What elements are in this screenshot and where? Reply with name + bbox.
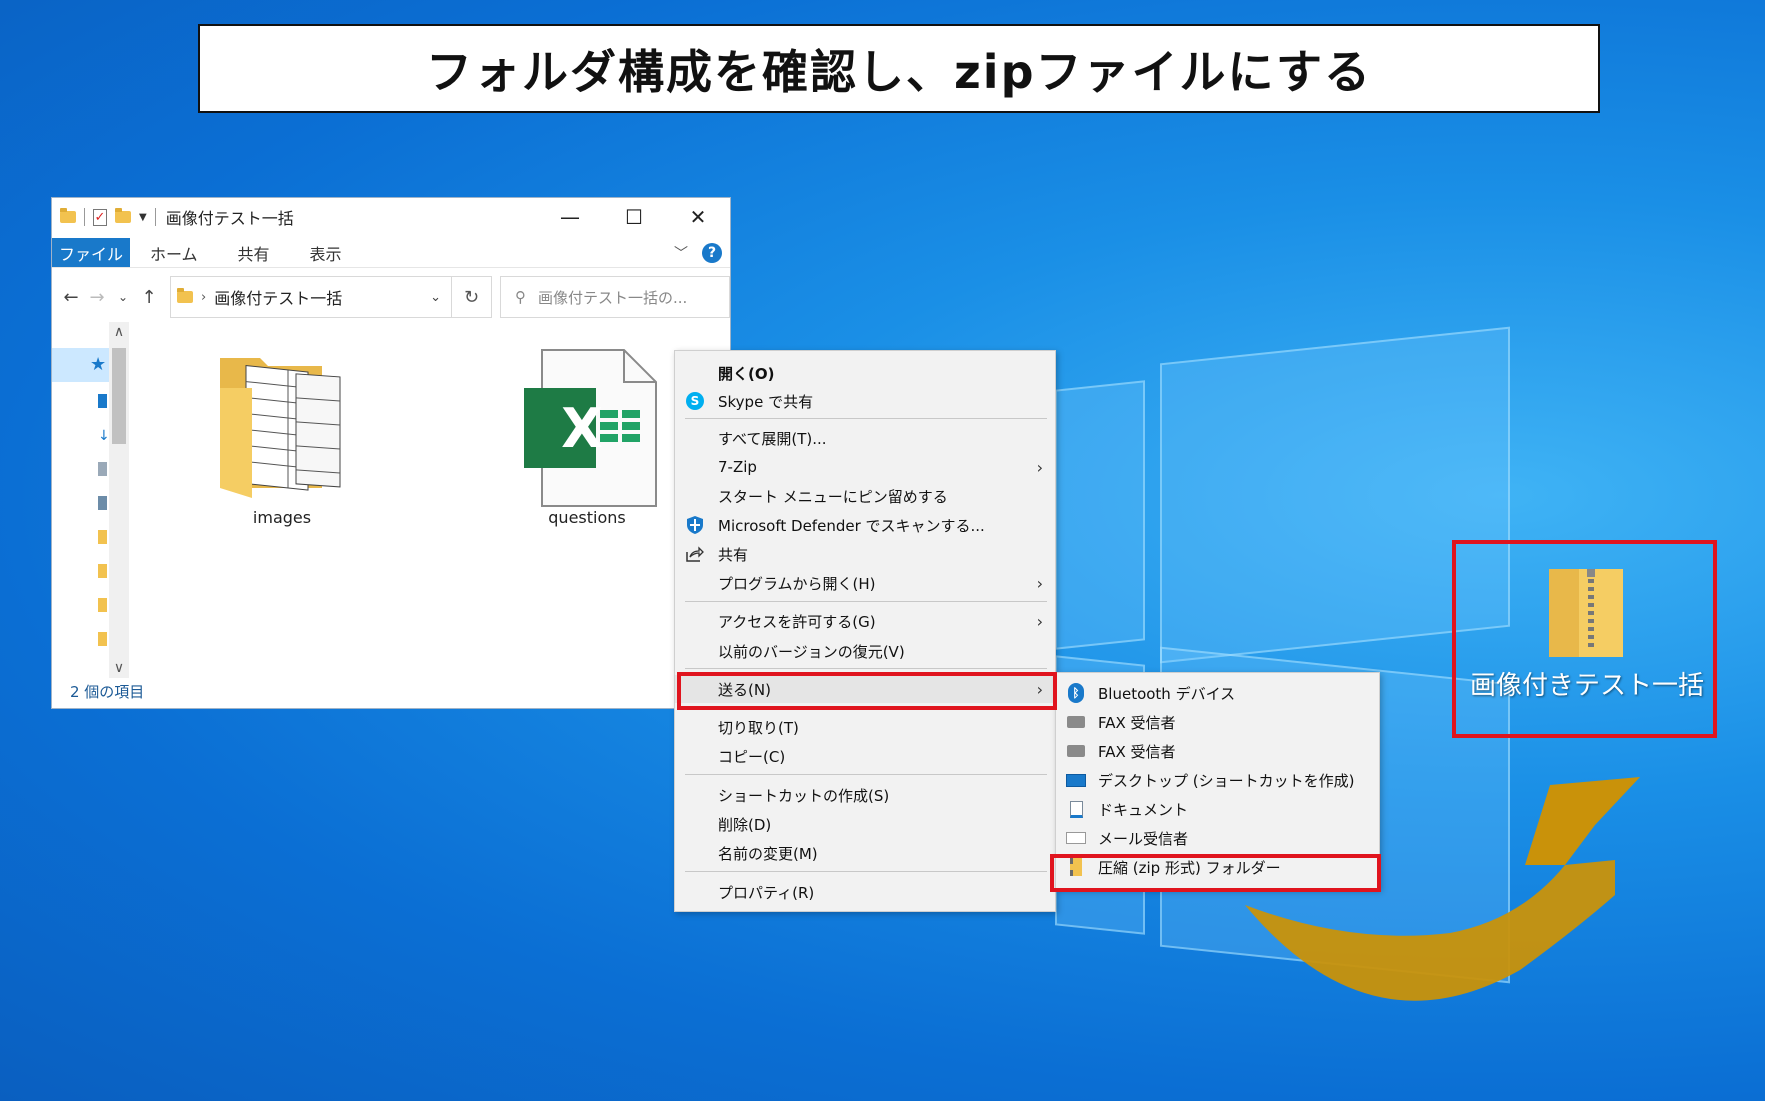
desktop-icon[interactable] <box>98 394 107 408</box>
back-arrow-icon[interactable]: ← <box>58 287 84 308</box>
tab-share[interactable]: 共有 <box>218 238 290 267</box>
breadcrumb-chevron-icon: › <box>201 289 207 305</box>
folder-icon <box>60 208 76 223</box>
submenu-arrow-icon: › <box>1036 573 1043 593</box>
file-explorer-window: ✓ ▼ 画像付テスト一括 — ☐ ✕ ファイル ホーム 共有 表示 ﹀ ? ← … <box>51 197 731 709</box>
new-folder-icon[interactable] <box>115 208 131 223</box>
send-to-fax[interactable]: FAX 受信者 <box>1056 708 1379 736</box>
tab-file[interactable]: ファイル <box>52 238 130 267</box>
address-dropdown-icon[interactable]: ⌄ <box>430 290 441 305</box>
share-icon <box>685 544 705 564</box>
skype-icon: S <box>685 391 705 411</box>
menu-item-rename[interactable]: 名前の変更(M) <box>675 839 1055 867</box>
expand-ribbon-icon[interactable]: ﹀ <box>674 243 688 263</box>
scroll-thumb[interactable] <box>112 348 126 444</box>
menu-item-extract-all[interactable]: すべて展開(T)... <box>675 424 1055 452</box>
file-name-questions: questions <box>548 508 626 527</box>
file-name-images: images <box>252 508 312 527</box>
up-arrow-icon[interactable]: ↑ <box>136 287 162 308</box>
menu-item-give-access[interactable]: アクセスを許可する(G) › <box>675 607 1055 635</box>
menu-item-cut[interactable]: 切り取り(T) <box>675 713 1055 741</box>
windows-logo-pane <box>1055 380 1145 650</box>
submenu-arrow-icon: › <box>1036 611 1043 631</box>
instruction-title-box: フォルダ構成を確認し、zipファイルにする <box>198 24 1600 113</box>
bluetooth-icon: ᛒ <box>1066 683 1086 703</box>
fax-icon <box>1066 741 1086 761</box>
send-to-bluetooth[interactable]: ᛒ Bluetooth デバイス <box>1056 679 1379 707</box>
recent-locations-chevron-icon[interactable]: ⌄ <box>110 290 136 304</box>
desktop-icon <box>1066 770 1086 790</box>
minimize-button[interactable]: — <box>538 198 602 236</box>
documents-icon <box>1066 799 1086 819</box>
forward-arrow-icon[interactable]: → <box>84 287 110 308</box>
menu-item-properties[interactable]: プロパティ(R) <box>675 878 1055 906</box>
desktop-icon-label: 画像付きテスト一括 <box>1469 671 1704 701</box>
folder-icon[interactable] <box>98 530 107 544</box>
help-icon[interactable]: ? <box>702 242 722 263</box>
search-icon: ⚲ <box>515 288 526 306</box>
file-item-questions[interactable]: X questions <box>487 348 687 548</box>
menu-item-skype-share[interactable]: S Skype で共有 <box>675 387 1055 415</box>
ribbon-tabs: ファイル ホーム 共有 表示 ﹀ ? <box>52 238 730 268</box>
search-placeholder: 画像付テスト一括の... <box>538 288 688 307</box>
menu-item-copy[interactable]: コピー(C) <box>675 742 1055 770</box>
tab-view[interactable]: 表示 <box>290 238 362 267</box>
menu-item-delete[interactable]: 削除(D) <box>675 810 1055 838</box>
menu-item-share[interactable]: 共有 <box>675 540 1055 568</box>
menu-item-open[interactable]: 開く(O) <box>675 359 1055 387</box>
folder-icon[interactable] <box>98 564 107 578</box>
desktop-zip-folder[interactable]: 画像付きテスト一括 <box>1452 545 1722 735</box>
send-to-highlight-box <box>677 672 1057 710</box>
search-box[interactable]: ⚲ 画像付テスト一括の... <box>500 276 730 318</box>
folder-with-document-icon <box>220 358 341 498</box>
customize-quick-access-icon[interactable]: ▼ <box>139 212 147 223</box>
file-item-images[interactable]: images <box>182 348 382 548</box>
folder-icon <box>177 288 193 303</box>
downloads-icon[interactable]: ↓ <box>98 428 110 444</box>
menu-item-7zip[interactable]: 7-Zip › <box>675 453 1055 481</box>
maximize-button[interactable]: ☐ <box>602 198 666 236</box>
mail-icon <box>1066 828 1086 848</box>
menu-item-defender-scan[interactable]: Microsoft Defender でスキャンする... <box>675 511 1055 539</box>
submenu-arrow-icon: › <box>1036 457 1043 477</box>
context-menu: 開く(O) S Skype で共有 すべて展開(T)... 7-Zip › スター… <box>674 350 1056 912</box>
curved-arrow <box>1245 777 1640 1001</box>
nav-scrollbar[interactable]: ∧ ∨ <box>109 322 129 678</box>
menu-item-open-with[interactable]: プログラムから開く(H) › <box>675 569 1055 597</box>
close-button[interactable]: ✕ <box>666 198 730 236</box>
menu-item-pin-to-start[interactable]: スタート メニューにピン留めする <box>675 482 1055 510</box>
zip-folder-icon <box>1549 569 1623 657</box>
address-path: 画像付テスト一括 <box>214 289 343 308</box>
star-icon: ★ <box>90 354 107 375</box>
pictures-icon[interactable] <box>98 496 107 510</box>
menu-item-restore-previous[interactable]: 以前のバージョンの復元(V) <box>675 637 1055 665</box>
navigation-pane: ★ ↓ ∧ ∨ <box>52 322 132 678</box>
refresh-button[interactable]: ↻ <box>452 276 492 318</box>
properties-icon[interactable]: ✓ <box>93 208 107 226</box>
folder-icon[interactable] <box>98 598 107 612</box>
defender-shield-icon <box>685 515 705 535</box>
folder-icon[interactable] <box>98 632 107 646</box>
excel-x-glyph: X <box>561 397 603 460</box>
title-bar[interactable]: ✓ ▼ 画像付テスト一括 — ☐ ✕ <box>52 198 730 236</box>
window-title: 画像付テスト一括 <box>165 209 294 228</box>
scroll-up-icon[interactable]: ∧ <box>109 324 129 340</box>
status-bar-item-count: 2 個の項目 <box>70 683 145 701</box>
instruction-title: フォルダ構成を確認し、zipファイルにする <box>426 44 1372 99</box>
address-bar[interactable]: › 画像付テスト一括 ⌄ <box>170 276 452 318</box>
scroll-down-icon[interactable]: ∨ <box>109 660 129 676</box>
tab-home[interactable]: ホーム <box>130 238 218 267</box>
navigation-bar: ← → ⌄ ↑ › 画像付テスト一括 ⌄ ↻ ⚲ 画像付テスト一括の... <box>52 274 730 320</box>
documents-icon[interactable] <box>98 462 107 476</box>
fax-icon <box>1066 712 1086 732</box>
menu-item-create-shortcut[interactable]: ショートカットの作成(S) <box>675 781 1055 809</box>
